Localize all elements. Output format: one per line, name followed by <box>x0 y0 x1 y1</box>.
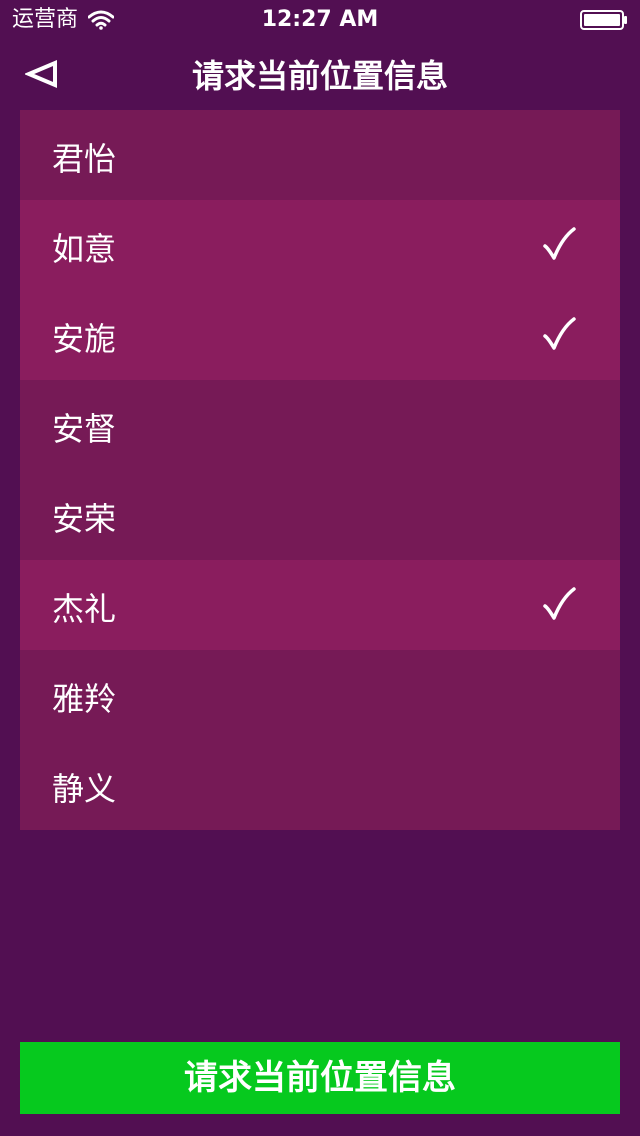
list-item[interactable]: 安旎 <box>20 290 620 380</box>
option-list: 君怡如意安旎安督安荣杰礼雅羚静义 <box>20 110 620 830</box>
list-item-label: 如意 <box>52 230 117 268</box>
list-item[interactable]: 如意 <box>20 200 620 290</box>
status-bar: 运营商 12:27 AM <box>0 0 640 40</box>
checkmark-icon <box>543 317 576 350</box>
checkmark-icon <box>543 587 576 620</box>
navigation-bar: 请求当前位置信息 <box>0 40 640 110</box>
list-item-label: 君怡 <box>52 140 117 178</box>
checkmark-icon <box>543 227 576 260</box>
list-item-label: 安荣 <box>52 500 117 538</box>
list-item-label: 雅羚 <box>52 680 117 718</box>
list-item-label: 安旎 <box>52 320 117 358</box>
battery-full-icon <box>580 10 627 30</box>
list-item[interactable]: 安荣 <box>20 470 620 560</box>
status-time: 12:27 AM <box>261 7 379 32</box>
list-item[interactable]: 安督 <box>20 380 620 470</box>
list-item-label: 静义 <box>52 770 117 808</box>
request-location-button[interactable]: 请求当前位置信息 <box>20 1042 620 1114</box>
list-item-label: 杰礼 <box>52 590 117 628</box>
list-item[interactable]: 杰礼 <box>20 560 620 650</box>
list-item[interactable]: 君怡 <box>20 110 620 200</box>
page-title: 请求当前位置信息 <box>191 57 448 95</box>
list-item[interactable]: 静义 <box>20 740 620 830</box>
list-item[interactable]: 雅羚 <box>20 650 620 740</box>
list-item-label: 安督 <box>52 410 117 448</box>
